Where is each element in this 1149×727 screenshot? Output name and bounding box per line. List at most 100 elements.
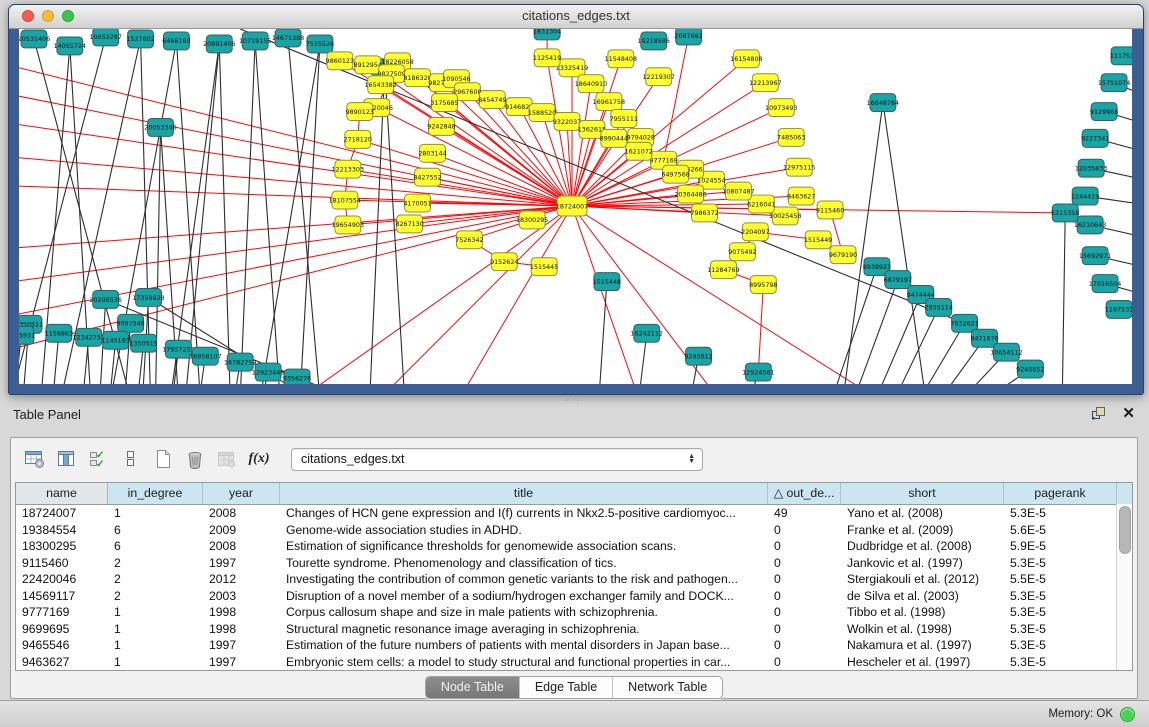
- graph-node[interactable]: 19654903: [332, 216, 364, 234]
- tab-node-table[interactable]: Node Table: [426, 677, 520, 698]
- graph-node[interactable]: 12975115: [783, 158, 815, 176]
- graph-node[interactable]: 18640910: [575, 75, 607, 93]
- graph-node[interactable]: 1527602: [126, 30, 154, 48]
- graph-node[interactable]: 17016504: [1089, 275, 1121, 293]
- graph-node[interactable]: 1167533: [1105, 300, 1132, 318]
- select-check-icon[interactable]: ✓✓: [85, 446, 113, 472]
- graph-node[interactable]: 11548408: [605, 50, 637, 68]
- graph-node[interactable]: 7986372: [690, 204, 718, 222]
- graph-node[interactable]: 9245652: [1016, 360, 1044, 378]
- graph-node[interactable]: 1244419: [1071, 187, 1099, 205]
- graph-node[interactable]: 12035833: [1075, 159, 1107, 177]
- float-window-icon[interactable]: [1091, 406, 1106, 421]
- graph-node[interactable]: 12923448: [252, 363, 284, 381]
- graph-node[interactable]: 16242112: [631, 324, 663, 342]
- table-row[interactable]: 1938455462009Genome-wide association stu…: [16, 522, 1132, 539]
- graph-node[interactable]: 9115460: [816, 201, 844, 219]
- graph-node[interactable]: 1621072: [625, 142, 653, 160]
- graph-node[interactable]: 7515526: [306, 35, 334, 53]
- column-header[interactable]: in_degree: [108, 483, 203, 504]
- graph-node[interactable]: 10807487: [722, 182, 754, 200]
- table-row[interactable]: 946362711997Embryonic stem cells: a mode…: [16, 654, 1132, 671]
- vertical-scrollbar[interactable]: [1116, 504, 1132, 670]
- graph-node[interactable]: 9860123: [326, 52, 354, 70]
- graph-node[interactable]: 11284769: [707, 261, 739, 279]
- table-row[interactable]: 969969511998Structural magnetic resonanc…: [16, 621, 1132, 638]
- graph-node[interactable]: 9075492: [728, 243, 756, 261]
- graph-node[interactable]: 12924561: [742, 363, 774, 381]
- row-height-icon[interactable]: [117, 446, 145, 472]
- graph-node[interactable]: 18724007: [556, 196, 588, 216]
- graph-node[interactable]: 3915931: [19, 326, 35, 344]
- graph-node[interactable]: 12213303: [332, 160, 364, 178]
- table-row[interactable]: 977716911998Corpus callosum shape and si…: [16, 604, 1132, 621]
- graph-node[interactable]: 19218586: [638, 32, 670, 50]
- column-header[interactable]: short: [841, 483, 1004, 504]
- function-builder-icon[interactable]: f(x): [245, 446, 273, 472]
- zoom-button[interactable]: [62, 10, 74, 22]
- graph-node[interactable]: 7485063: [777, 128, 805, 146]
- graph-node[interactable]: 17359928: [132, 289, 164, 307]
- graph-node[interactable]: 16210643: [1074, 216, 1106, 234]
- graph-node[interactable]: 10654112: [990, 343, 1022, 361]
- column-header[interactable]: year: [203, 483, 280, 504]
- graph-node[interactable]: 7955111: [610, 110, 638, 128]
- network-selector[interactable]: citations_edges.txt ▲▼: [291, 448, 703, 471]
- table-row[interactable]: 1872400712008Changes of HCN gene express…: [16, 505, 1132, 522]
- network-view-window[interactable]: citations_edges.txt 20531406140557241065…: [8, 4, 1144, 395]
- graph-node[interactable]: 9227341: [1081, 129, 1109, 147]
- graph-node[interactable]: 16154808: [730, 50, 762, 68]
- close-button[interactable]: [22, 10, 34, 22]
- graph-node[interactable]: 15751074: [1098, 74, 1130, 92]
- graph-node[interactable]: 16543382: [364, 76, 396, 94]
- graph-node[interactable]: 9097548: [116, 314, 144, 332]
- graph-node[interactable]: 20206536: [89, 291, 121, 309]
- column-header[interactable]: △ out_de...: [768, 483, 841, 504]
- tab-edge-table[interactable]: Edge Table: [520, 677, 613, 698]
- graph-node[interactable]: 12219307: [642, 68, 674, 86]
- column-header[interactable]: pagerank: [1004, 483, 1117, 504]
- graph-node[interactable]: 10719155: [239, 32, 271, 50]
- graph-node[interactable]: 1145193: [101, 331, 129, 349]
- graph-node[interactable]: 9242848: [427, 118, 455, 136]
- graph-node[interactable]: 2803144: [418, 144, 446, 162]
- graph-node[interactable]: 16958107: [189, 347, 221, 365]
- table-row[interactable]: 1830029562008Estimation of significance …: [16, 538, 1132, 555]
- graph-node[interactable]: 9152624: [490, 253, 518, 271]
- graph-node[interactable]: 1515448: [593, 273, 621, 291]
- table-mode-icon[interactable]: [21, 446, 49, 472]
- graph-node[interactable]: 9356276: [283, 369, 311, 384]
- graph-node[interactable]: 9679190: [829, 246, 857, 264]
- import-table-icon[interactable]: [213, 446, 241, 472]
- graph-node[interactable]: 5215358: [1051, 204, 1079, 222]
- graph-node[interactable]: 12342757: [73, 328, 105, 346]
- close-panel-icon[interactable]: ✕: [1122, 407, 1135, 421]
- column-header[interactable]: title: [280, 483, 768, 504]
- table-row[interactable]: 911546021997Tourette syndrome. Phenomeno…: [16, 555, 1132, 572]
- graph-node[interactable]: 14671388: [272, 29, 304, 47]
- graph-node[interactable]: 7526342: [455, 231, 483, 249]
- graph-node[interactable]: 8454749: [478, 91, 506, 109]
- graph-node[interactable]: 6879197: [884, 271, 912, 289]
- graph-node[interactable]: 20891406: [203, 35, 235, 53]
- table-row[interactable]: 1456911722003Disruption of a novel membe…: [16, 588, 1132, 605]
- graph-node[interactable]: 2087682: [674, 29, 702, 45]
- graph-node[interactable]: 1156863: [45, 324, 73, 342]
- graph-node[interactable]: 12213967: [749, 74, 781, 92]
- citation-network-graph[interactable]: 2053140614055724106532871527602646616020…: [19, 29, 1132, 384]
- graph-node[interactable]: 10653287: [89, 29, 121, 46]
- network-window-titlebar[interactable]: citations_edges.txt: [9, 5, 1143, 29]
- graph-node[interactable]: 1515445: [530, 258, 558, 276]
- graph-node[interactable]: 1117539: [1110, 47, 1132, 65]
- graph-node[interactable]: 9129968: [1090, 103, 1118, 121]
- graph-node[interactable]: 6497568: [661, 165, 689, 183]
- table-row[interactable]: 2242004622012Investigating the contribut…: [16, 571, 1132, 588]
- graph-node[interactable]: 1831304: [533, 29, 561, 40]
- graph-node[interactable]: 2718120: [344, 130, 372, 148]
- graph-node[interactable]: 8427552: [413, 168, 441, 186]
- graph-node[interactable]: 8995798: [749, 276, 777, 294]
- table-row[interactable]: 946554611997Estimation of the future num…: [16, 637, 1132, 654]
- graph-node[interactable]: 1125419: [533, 49, 561, 67]
- graph-node[interactable]: 8267130: [395, 215, 423, 233]
- graph-node[interactable]: 1515449: [804, 231, 832, 249]
